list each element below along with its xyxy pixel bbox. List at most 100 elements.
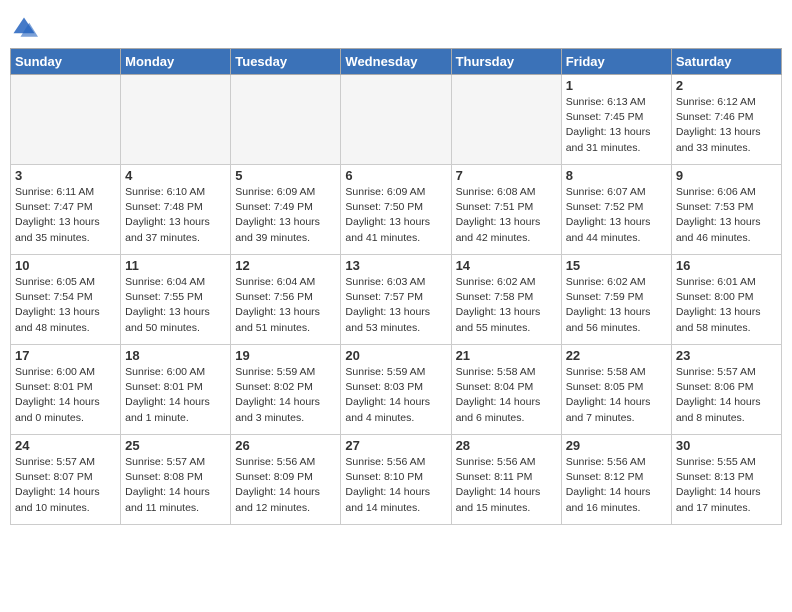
day-number: 7 (456, 168, 557, 183)
calendar-cell: 11 Sunrise: 6:04 AMSunset: 7:55 PMDayligh… (121, 255, 231, 345)
calendar-week-row: 3Sunrise: 6:11 AMSunset: 7:47 PMDaylight… (11, 165, 782, 255)
calendar-week-row: 10Sunrise: 6:05 AMSunset: 7:54 PMDayligh… (11, 255, 782, 345)
calendar-cell: 26 Sunrise: 5:56 AMSunset: 8:09 PMDayligh… (231, 435, 341, 525)
day-number: 4 (125, 168, 226, 183)
day-info: Sunrise: 6:00 AMSunset: 8:01 PMDaylight:… (15, 365, 116, 426)
calendar-cell: 1 Sunrise: 6:13 AMSunset: 7:45 PMDaylight… (561, 75, 671, 165)
calendar-cell: 15 Sunrise: 6:02 AMSunset: 7:59 PMDayligh… (561, 255, 671, 345)
day-number: 1 (566, 78, 667, 93)
calendar-cell: 28 Sunrise: 5:56 AMSunset: 8:11 PMDayligh… (451, 435, 561, 525)
calendar-cell: 25 Sunrise: 5:57 AMSunset: 8:08 PMDayligh… (121, 435, 231, 525)
day-info: Sunrise: 6:11 AMSunset: 7:47 PMDaylight:… (15, 185, 116, 246)
day-number: 25 (125, 438, 226, 453)
day-info: Sunrise: 5:57 AMSunset: 8:08 PMDaylight:… (125, 455, 226, 516)
day-info: Sunrise: 6:06 AMSunset: 7:53 PMDaylight:… (676, 185, 777, 246)
calendar-cell: 13 Sunrise: 6:03 AMSunset: 7:57 PMDayligh… (341, 255, 451, 345)
day-info: Sunrise: 6:09 AMSunset: 7:50 PMDaylight:… (345, 185, 446, 246)
calendar-cell: 23 Sunrise: 5:57 AMSunset: 8:06 PMDayligh… (671, 345, 781, 435)
weekday-header: Thursday (451, 49, 561, 75)
day-info: Sunrise: 6:01 AMSunset: 8:00 PMDaylight:… (676, 275, 777, 336)
day-number: 28 (456, 438, 557, 453)
weekday-header: Saturday (671, 49, 781, 75)
calendar-cell: 20 Sunrise: 5:59 AMSunset: 8:03 PMDayligh… (341, 345, 451, 435)
calendar-cell: 27 Sunrise: 5:56 AMSunset: 8:10 PMDayligh… (341, 435, 451, 525)
calendar-week-row: 1 Sunrise: 6:13 AMSunset: 7:45 PMDaylight… (11, 75, 782, 165)
day-number: 22 (566, 348, 667, 363)
day-number: 11 (125, 258, 226, 273)
calendar-cell: 8 Sunrise: 6:07 AMSunset: 7:52 PMDaylight… (561, 165, 671, 255)
weekday-header: Monday (121, 49, 231, 75)
day-info: Sunrise: 6:02 AMSunset: 7:58 PMDaylight:… (456, 275, 557, 336)
day-number: 24 (15, 438, 116, 453)
calendar-cell: 16 Sunrise: 6:01 AMSunset: 8:00 PMDayligh… (671, 255, 781, 345)
day-info: Sunrise: 5:56 AMSunset: 8:12 PMDaylight:… (566, 455, 667, 516)
day-number: 20 (345, 348, 446, 363)
calendar-cell: 12Sunrise: 6:04 AMSunset: 7:56 PMDayligh… (231, 255, 341, 345)
calendar-cell: 7 Sunrise: 6:08 AMSunset: 7:51 PMDaylight… (451, 165, 561, 255)
day-number: 15 (566, 258, 667, 273)
day-number: 6 (345, 168, 446, 183)
logo (10, 14, 40, 42)
day-number: 10 (15, 258, 116, 273)
day-number: 30 (676, 438, 777, 453)
day-info: Sunrise: 6:10 AMSunset: 7:48 PMDaylight:… (125, 185, 226, 246)
day-number: 8 (566, 168, 667, 183)
day-number: 27 (345, 438, 446, 453)
calendar-cell (341, 75, 451, 165)
day-info: Sunrise: 6:07 AMSunset: 7:52 PMDaylight:… (566, 185, 667, 246)
day-info: Sunrise: 6:03 AMSunset: 7:57 PMDaylight:… (345, 275, 446, 336)
day-number: 9 (676, 168, 777, 183)
day-info: Sunrise: 5:56 AMSunset: 8:11 PMDaylight:… (456, 455, 557, 516)
page-header (10, 10, 782, 42)
day-info: Sunrise: 6:09 AMSunset: 7:49 PMDaylight:… (235, 185, 336, 246)
calendar-cell: 3Sunrise: 6:11 AMSunset: 7:47 PMDaylight… (11, 165, 121, 255)
calendar-cell: 30 Sunrise: 5:55 AMSunset: 8:13 PMDayligh… (671, 435, 781, 525)
day-info: Sunrise: 6:08 AMSunset: 7:51 PMDaylight:… (456, 185, 557, 246)
day-number: 2 (676, 78, 777, 93)
day-info: Sunrise: 6:12 AMSunset: 7:46 PMDaylight:… (676, 95, 777, 156)
day-number: 18 (125, 348, 226, 363)
day-number: 16 (676, 258, 777, 273)
day-info: Sunrise: 5:55 AMSunset: 8:13 PMDaylight:… (676, 455, 777, 516)
day-info: Sunrise: 5:58 AMSunset: 8:05 PMDaylight:… (566, 365, 667, 426)
day-number: 23 (676, 348, 777, 363)
calendar-cell: 24 Sunrise: 5:57 AMSunset: 8:07 PMDayligh… (11, 435, 121, 525)
day-number: 13 (345, 258, 446, 273)
day-number: 19 (235, 348, 336, 363)
day-info: Sunrise: 5:59 AMSunset: 8:03 PMDaylight:… (345, 365, 446, 426)
calendar-week-row: 24 Sunrise: 5:57 AMSunset: 8:07 PMDayligh… (11, 435, 782, 525)
day-info: Sunrise: 6:00 AMSunset: 8:01 PMDaylight:… (125, 365, 226, 426)
day-info: Sunrise: 6:04 AMSunset: 7:56 PMDaylight:… (235, 275, 336, 336)
calendar-cell: 29 Sunrise: 5:56 AMSunset: 8:12 PMDayligh… (561, 435, 671, 525)
calendar-cell: 9 Sunrise: 6:06 AMSunset: 7:53 PMDaylight… (671, 165, 781, 255)
calendar-cell: 2 Sunrise: 6:12 AMSunset: 7:46 PMDaylight… (671, 75, 781, 165)
day-number: 29 (566, 438, 667, 453)
generalblue-logo-icon (10, 14, 38, 42)
weekday-header: Wednesday (341, 49, 451, 75)
calendar-cell: 14Sunrise: 6:02 AMSunset: 7:58 PMDayligh… (451, 255, 561, 345)
calendar-cell: 21 Sunrise: 5:58 AMSunset: 8:04 PMDayligh… (451, 345, 561, 435)
calendar-cell (231, 75, 341, 165)
weekday-header: Friday (561, 49, 671, 75)
day-number: 26 (235, 438, 336, 453)
day-number: 17 (15, 348, 116, 363)
day-info: Sunrise: 6:02 AMSunset: 7:59 PMDaylight:… (566, 275, 667, 336)
calendar-cell (11, 75, 121, 165)
calendar-cell: 6 Sunrise: 6:09 AMSunset: 7:50 PMDaylight… (341, 165, 451, 255)
calendar-week-row: 17 Sunrise: 6:00 AMSunset: 8:01 PMDayligh… (11, 345, 782, 435)
calendar-cell: 4 Sunrise: 6:10 AMSunset: 7:48 PMDaylight… (121, 165, 231, 255)
day-info: Sunrise: 5:58 AMSunset: 8:04 PMDaylight:… (456, 365, 557, 426)
day-info: Sunrise: 5:56 AMSunset: 8:09 PMDaylight:… (235, 455, 336, 516)
day-number: 21 (456, 348, 557, 363)
day-info: Sunrise: 6:04 AMSunset: 7:55 PMDaylight:… (125, 275, 226, 336)
day-info: Sunrise: 5:59 AMSunset: 8:02 PMDaylight:… (235, 365, 336, 426)
calendar-cell: 5Sunrise: 6:09 AMSunset: 7:49 PMDaylight… (231, 165, 341, 255)
day-info: Sunrise: 5:57 AMSunset: 8:07 PMDaylight:… (15, 455, 116, 516)
calendar-cell: 18 Sunrise: 6:00 AMSunset: 8:01 PMDayligh… (121, 345, 231, 435)
day-info: Sunrise: 6:13 AMSunset: 7:45 PMDaylight:… (566, 95, 667, 156)
calendar-cell: 10Sunrise: 6:05 AMSunset: 7:54 PMDayligh… (11, 255, 121, 345)
calendar-cell: 19 Sunrise: 5:59 AMSunset: 8:02 PMDayligh… (231, 345, 341, 435)
calendar-cell: 22 Sunrise: 5:58 AMSunset: 8:05 PMDayligh… (561, 345, 671, 435)
day-info: Sunrise: 5:57 AMSunset: 8:06 PMDaylight:… (676, 365, 777, 426)
day-info: Sunrise: 5:56 AMSunset: 8:10 PMDaylight:… (345, 455, 446, 516)
